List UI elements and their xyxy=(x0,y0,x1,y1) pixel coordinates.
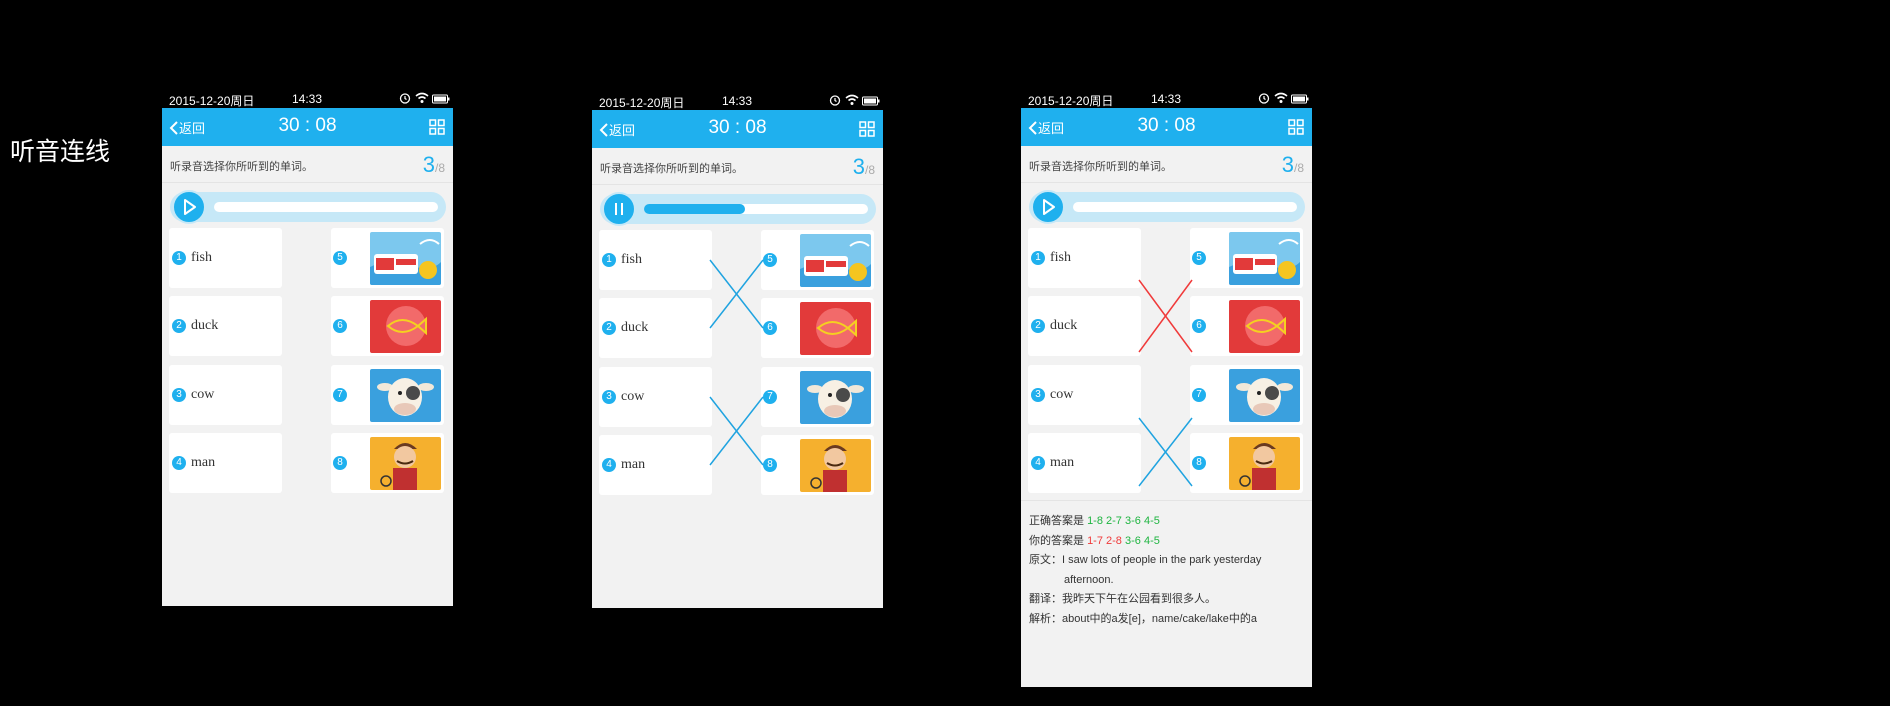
man-image xyxy=(370,437,441,490)
divider xyxy=(1021,500,1312,501)
correct-pair: 1-8 xyxy=(1087,515,1103,527)
wifi-icon xyxy=(845,94,859,105)
translation-row: 翻译：我昨天下午在公园看到很多人。 xyxy=(1029,590,1261,610)
analysis-text: about中的a发[e]，name/cake/lake中的a xyxy=(1062,612,1258,625)
grid-menu-icon[interactable] xyxy=(429,119,445,135)
your-pair-wrong: 1-7 xyxy=(1087,534,1103,547)
word-card[interactable]: 2 duck xyxy=(169,296,282,356)
status-time: 14:33 xyxy=(722,94,753,108)
original-text: I saw lots of people in the park yesterd… xyxy=(1062,554,1262,566)
phone-screen-initial: 返回 30 : 08 听录音选择你所听到的单词。 3/8 1 fish 2 duck… xyxy=(162,108,453,606)
phone-screen-connecting: 返回 30 : 08 听录音选择你所听到的单词。 3/8 1 fish 2 duck… xyxy=(592,110,883,608)
alarm-icon xyxy=(400,93,411,104)
divider xyxy=(162,182,453,183)
image-card[interactable]: 8 xyxy=(331,433,444,493)
wifi-icon xyxy=(415,92,429,103)
question-total: /8 xyxy=(434,161,445,175)
your-pair-correct: 4-5 xyxy=(1143,534,1160,547)
battery-icon xyxy=(432,94,450,104)
item-number: 7 xyxy=(333,388,347,402)
status-time: 14:33 xyxy=(1151,92,1182,106)
your-pair-correct: 3-6 xyxy=(1125,534,1141,547)
original-text-row: 原文：I saw lots of people in the park yest… xyxy=(1029,551,1261,571)
play-button[interactable] xyxy=(172,190,206,224)
wifi-icon xyxy=(1274,92,1288,103)
instruction-text: 听录音选择你所听到的单词。 xyxy=(170,161,313,173)
analysis-row: 解析：about中的a发[e]，name/cake/lake中的a xyxy=(1029,610,1261,630)
word-card[interactable]: 1 fish xyxy=(169,228,282,288)
image-card[interactable]: 7 xyxy=(331,365,444,425)
translation-label: 翻译： xyxy=(1029,593,1062,605)
original-label: 原文： xyxy=(1029,554,1062,566)
fish-on-red-image xyxy=(370,300,441,353)
image-card[interactable]: 5 xyxy=(331,228,444,288)
item-number: 4 xyxy=(172,456,186,470)
your-answer-label: 你的答案是 xyxy=(1029,534,1084,547)
alarm-icon xyxy=(830,95,841,106)
analysis-label: 解析： xyxy=(1029,612,1062,625)
status-icons xyxy=(1258,92,1309,107)
status-bar: 2015-12-20周日 14:33 xyxy=(1021,90,1312,108)
correct-answer-row: 正确答案是 1-8 2-7 3-6 4-5 xyxy=(1029,512,1261,532)
audio-player xyxy=(170,190,446,224)
status-date: 2015-12-20周日 xyxy=(1028,94,1114,108)
item-number: 1 xyxy=(172,251,186,265)
item-number: 3 xyxy=(172,388,186,402)
status-icons xyxy=(829,94,880,109)
correct-pair: 2-7 xyxy=(1106,515,1122,527)
word-card[interactable]: 4 man xyxy=(169,433,282,493)
word-text: duck xyxy=(191,318,219,333)
item-number: 6 xyxy=(333,319,347,333)
status-icons xyxy=(399,92,450,107)
word-text: man xyxy=(191,455,216,470)
page-label: 听音连线 xyxy=(10,138,111,166)
word-card[interactable]: 3 cow xyxy=(169,365,282,425)
translation-text: 我昨天下午在公园看到很多人。 xyxy=(1062,593,1216,605)
status-bar: 2015-12-20周日 14:33 xyxy=(162,90,453,108)
word-text: fish xyxy=(191,250,212,265)
status-date: 2015-12-20周日 xyxy=(169,94,255,108)
item-number: 5 xyxy=(333,251,347,265)
status-bar: 2015-12-20周日 14:33 xyxy=(592,92,883,110)
battery-icon xyxy=(862,96,880,106)
correct-answer-label: 正确答案是 xyxy=(1029,515,1084,527)
phone-screen-result: 返回 30 : 08 听录音选择你所听到的单词。 3/8 1 fish 2 duck… xyxy=(1021,108,1312,687)
item-number: 8 xyxy=(333,456,347,470)
audio-progress-track[interactable] xyxy=(214,202,438,212)
alarm-icon xyxy=(1259,93,1270,104)
countdown-timer: 30 : 08 xyxy=(278,115,337,136)
your-pair-wrong: 2-8 xyxy=(1106,534,1122,547)
word-text: cow xyxy=(191,387,215,402)
answer-explanation: 正确答案是 1-8 2-7 3-6 4-5 你的答案是 1-7 2-8 3-6 … xyxy=(1029,512,1261,629)
cow-image xyxy=(370,369,441,422)
status-time: 14:33 xyxy=(292,92,323,106)
your-answer-row: 你的答案是 1-7 2-8 3-6 4-5 xyxy=(1029,532,1261,552)
question-current: 3 xyxy=(422,152,435,177)
fish-snack-package-image xyxy=(370,232,441,285)
play-icon xyxy=(184,199,196,215)
image-card[interactable]: 6 xyxy=(331,296,444,356)
item-number: 2 xyxy=(172,319,186,333)
status-date: 2015-12-20周日 xyxy=(599,96,685,110)
question-counter: 3/8 xyxy=(423,152,445,178)
connection-lines xyxy=(709,259,764,466)
correct-pair: 3-6 xyxy=(1125,515,1141,527)
nav-bar: 返回 30 : 08 xyxy=(162,108,453,146)
battery-icon xyxy=(1291,94,1309,104)
correct-pair: 4-5 xyxy=(1143,515,1160,527)
original-text-continued: afternoon. xyxy=(1064,573,1114,586)
